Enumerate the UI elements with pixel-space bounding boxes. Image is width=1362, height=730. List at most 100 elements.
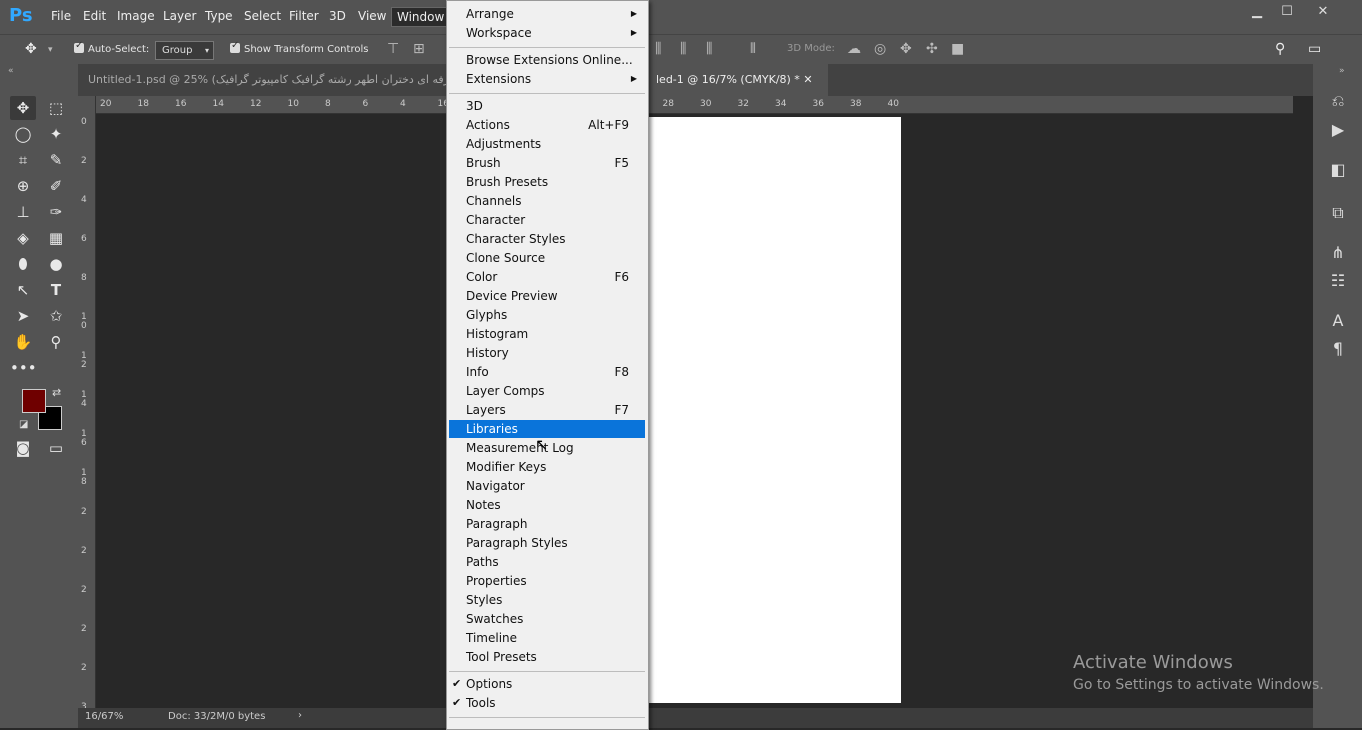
auto-align-icon[interactable]: ⫴ <box>750 41 756 57</box>
menu-item-timeline[interactable]: Timeline <box>449 629 645 647</box>
menu-item-styles[interactable]: Styles <box>449 591 645 609</box>
tab-untitled-psd[interactable]: Untitled-1.psd @ 25% (حرفه ای دختران اطه… <box>78 64 448 96</box>
auto-select-target-select[interactable]: Group ▾ <box>155 41 214 60</box>
3d-pan-icon[interactable]: ✥ <box>900 41 912 57</box>
path-selection-icon[interactable]: ➤ <box>10 304 36 328</box>
healing-brush-icon[interactable]: ⊕ <box>10 174 36 198</box>
pen-tool-icon[interactable]: ↖ <box>10 278 36 302</box>
align-top-icon[interactable]: ⊤ <box>387 41 399 57</box>
adjust-panel-icon[interactable]: ⧉ <box>1327 202 1349 224</box>
menu-item-character-styles[interactable]: Character Styles <box>449 230 645 248</box>
screen-mode-icon[interactable]: ▭ <box>43 436 69 460</box>
move-tool-icon[interactable]: ✥ <box>25 41 37 57</box>
menu-item-paths[interactable]: Paths <box>449 553 645 571</box>
menu-item-arrange[interactable]: Arrange ▶ <box>449 5 645 23</box>
menu-item-extensions[interactable]: Extensions ▶ <box>449 70 645 88</box>
libraries-panel-icon[interactable]: ◧ <box>1327 159 1349 181</box>
close-icon[interactable]: ✕ <box>803 73 812 86</box>
menu-item-tools[interactable]: ✔ Tools <box>449 694 645 712</box>
minimize-button[interactable]: ▁ <box>1247 4 1267 19</box>
distribute-icon[interactable]: ⫼ <box>680 41 686 57</box>
gradient-tool-icon[interactable]: ▦ <box>43 226 69 250</box>
distribute-icon[interactable]: ⫼ <box>706 41 712 57</box>
menu-item-layer-comps[interactable]: Layer Comps <box>449 382 645 400</box>
brush-tool-icon[interactable]: ✐ <box>43 174 69 198</box>
quick-mask-icon[interactable]: ◙ <box>10 436 36 460</box>
menu-window[interactable]: Window <box>391 7 451 27</box>
clone-stamp-icon[interactable]: ⊥ <box>10 200 36 224</box>
menu-item-glyphs[interactable]: Glyphs <box>449 306 645 324</box>
distribute-icon[interactable]: ⫼ <box>655 41 661 57</box>
menu-item-channels[interactable]: Channels <box>449 192 645 210</box>
maximize-button[interactable]: ☐ <box>1277 4 1297 19</box>
brushes-panel-icon[interactable]: ⋔ <box>1327 242 1349 264</box>
menu-item-adjustments[interactable]: Adjustments <box>449 135 645 153</box>
menu-image[interactable]: Image <box>117 9 155 23</box>
3d-rotate-icon[interactable]: ☁ <box>847 41 861 57</box>
menu-item-brush-presets[interactable]: Brush Presets <box>449 173 645 191</box>
menu-item-options[interactable]: ✔ Options <box>449 675 645 693</box>
properties-panel-icon[interactable]: ☷ <box>1327 270 1349 292</box>
actions-panel-icon[interactable]: ▶ <box>1327 119 1349 141</box>
menu-edit[interactable]: Edit <box>83 9 106 23</box>
history-brush-icon[interactable]: ✑ <box>43 200 69 224</box>
foreground-color-swatch[interactable] <box>22 389 46 413</box>
menu-view[interactable]: View <box>358 9 386 23</box>
zoom-tool-icon[interactable]: ⚲ <box>43 330 69 354</box>
character-panel-icon[interactable]: A <box>1327 310 1349 332</box>
align-vcenter-icon[interactable]: ⊞ <box>413 41 425 57</box>
menu-layer[interactable]: Layer <box>163 9 196 23</box>
zoom-level[interactable]: 16/67% <box>85 711 123 722</box>
menu-select[interactable]: Select <box>244 9 281 23</box>
3d-slide-icon[interactable]: ✣ <box>926 41 938 57</box>
menu-item-paragraph[interactable]: Paragraph <box>449 515 645 533</box>
menu-item-actions[interactable]: Actions Alt+F9 <box>449 116 645 134</box>
menu-item-layers[interactable]: Layers F7 <box>449 401 645 419</box>
menu-type[interactable]: Type <box>205 9 233 23</box>
menu-item-paragraph-styles[interactable]: Paragraph Styles <box>449 534 645 552</box>
chevron-down-icon[interactable]: ▾ <box>48 45 53 55</box>
chevron-right-icon[interactable]: › <box>298 710 302 721</box>
search-icon[interactable]: ⚲ <box>1275 41 1285 57</box>
marquee-tool-icon[interactable]: ⬚ <box>43 96 69 120</box>
workspace-icon[interactable]: ▭ <box>1308 41 1321 57</box>
move-tool-icon[interactable]: ✥ <box>10 96 36 120</box>
shape-tool-icon[interactable]: ✩ <box>43 304 69 328</box>
lasso-tool-icon[interactable]: ◯ <box>10 122 36 146</box>
menu-item-workspace[interactable]: Workspace ▶ <box>449 24 645 42</box>
tab-untitled-1[interactable]: led-1 @ 16/7% (CMYK/8) * ✕ <box>646 64 828 96</box>
magic-wand-icon[interactable]: ✦ <box>43 122 69 146</box>
auto-select-checkbox[interactable]: Auto-Select: <box>74 40 149 55</box>
menu-item-modifier-keys[interactable]: Modifier Keys <box>449 458 645 476</box>
swap-colors-icon[interactable]: ⇄ <box>52 386 61 399</box>
menu-item-histogram[interactable]: Histogram <box>449 325 645 343</box>
crop-tool-icon[interactable]: ⌗ <box>10 148 36 172</box>
blur-tool-icon[interactable]: ⬮ <box>10 252 36 276</box>
dodge-tool-icon[interactable]: ● <box>43 252 69 276</box>
3d-roll-icon[interactable]: ◎ <box>874 41 886 57</box>
menu-item-history[interactable]: History <box>449 344 645 362</box>
menu-item-3d[interactable]: 3D <box>449 97 645 115</box>
hand-tool-icon[interactable]: ✋ <box>10 330 36 354</box>
menu-item-device-preview[interactable]: Device Preview <box>449 287 645 305</box>
show-transform-checkbox[interactable]: Show Transform Controls <box>230 40 368 55</box>
menu-item-properties[interactable]: Properties <box>449 572 645 590</box>
menu-item-swatches[interactable]: Swatches <box>449 610 645 628</box>
menu-item-browse-extensions-online[interactable]: Browse Extensions Online... <box>449 51 645 69</box>
menu-file[interactable]: File <box>51 9 71 23</box>
expand-icon[interactable]: » <box>1339 66 1345 76</box>
menu-item-notes[interactable]: Notes <box>449 496 645 514</box>
eyedropper-icon[interactable]: ✎ <box>43 148 69 172</box>
more-tools-icon[interactable]: ••• <box>10 356 37 380</box>
menu-item-brush[interactable]: Brush F5 <box>449 154 645 172</box>
document-canvas[interactable] <box>648 117 901 703</box>
eraser-tool-icon[interactable]: ◈ <box>10 226 36 250</box>
menu-item-navigator[interactable]: Navigator <box>449 477 645 495</box>
menu-item-clone-source[interactable]: Clone Source <box>449 249 645 267</box>
3d-scale-icon[interactable]: ■ <box>951 41 964 57</box>
menu-3d[interactable]: 3D <box>329 9 346 23</box>
history-panel-icon[interactable]: ⎌ <box>1327 90 1349 112</box>
menu-filter[interactable]: Filter <box>289 9 319 23</box>
collapse-icon[interactable]: « <box>8 66 14 76</box>
type-tool-icon[interactable]: T <box>43 278 69 302</box>
